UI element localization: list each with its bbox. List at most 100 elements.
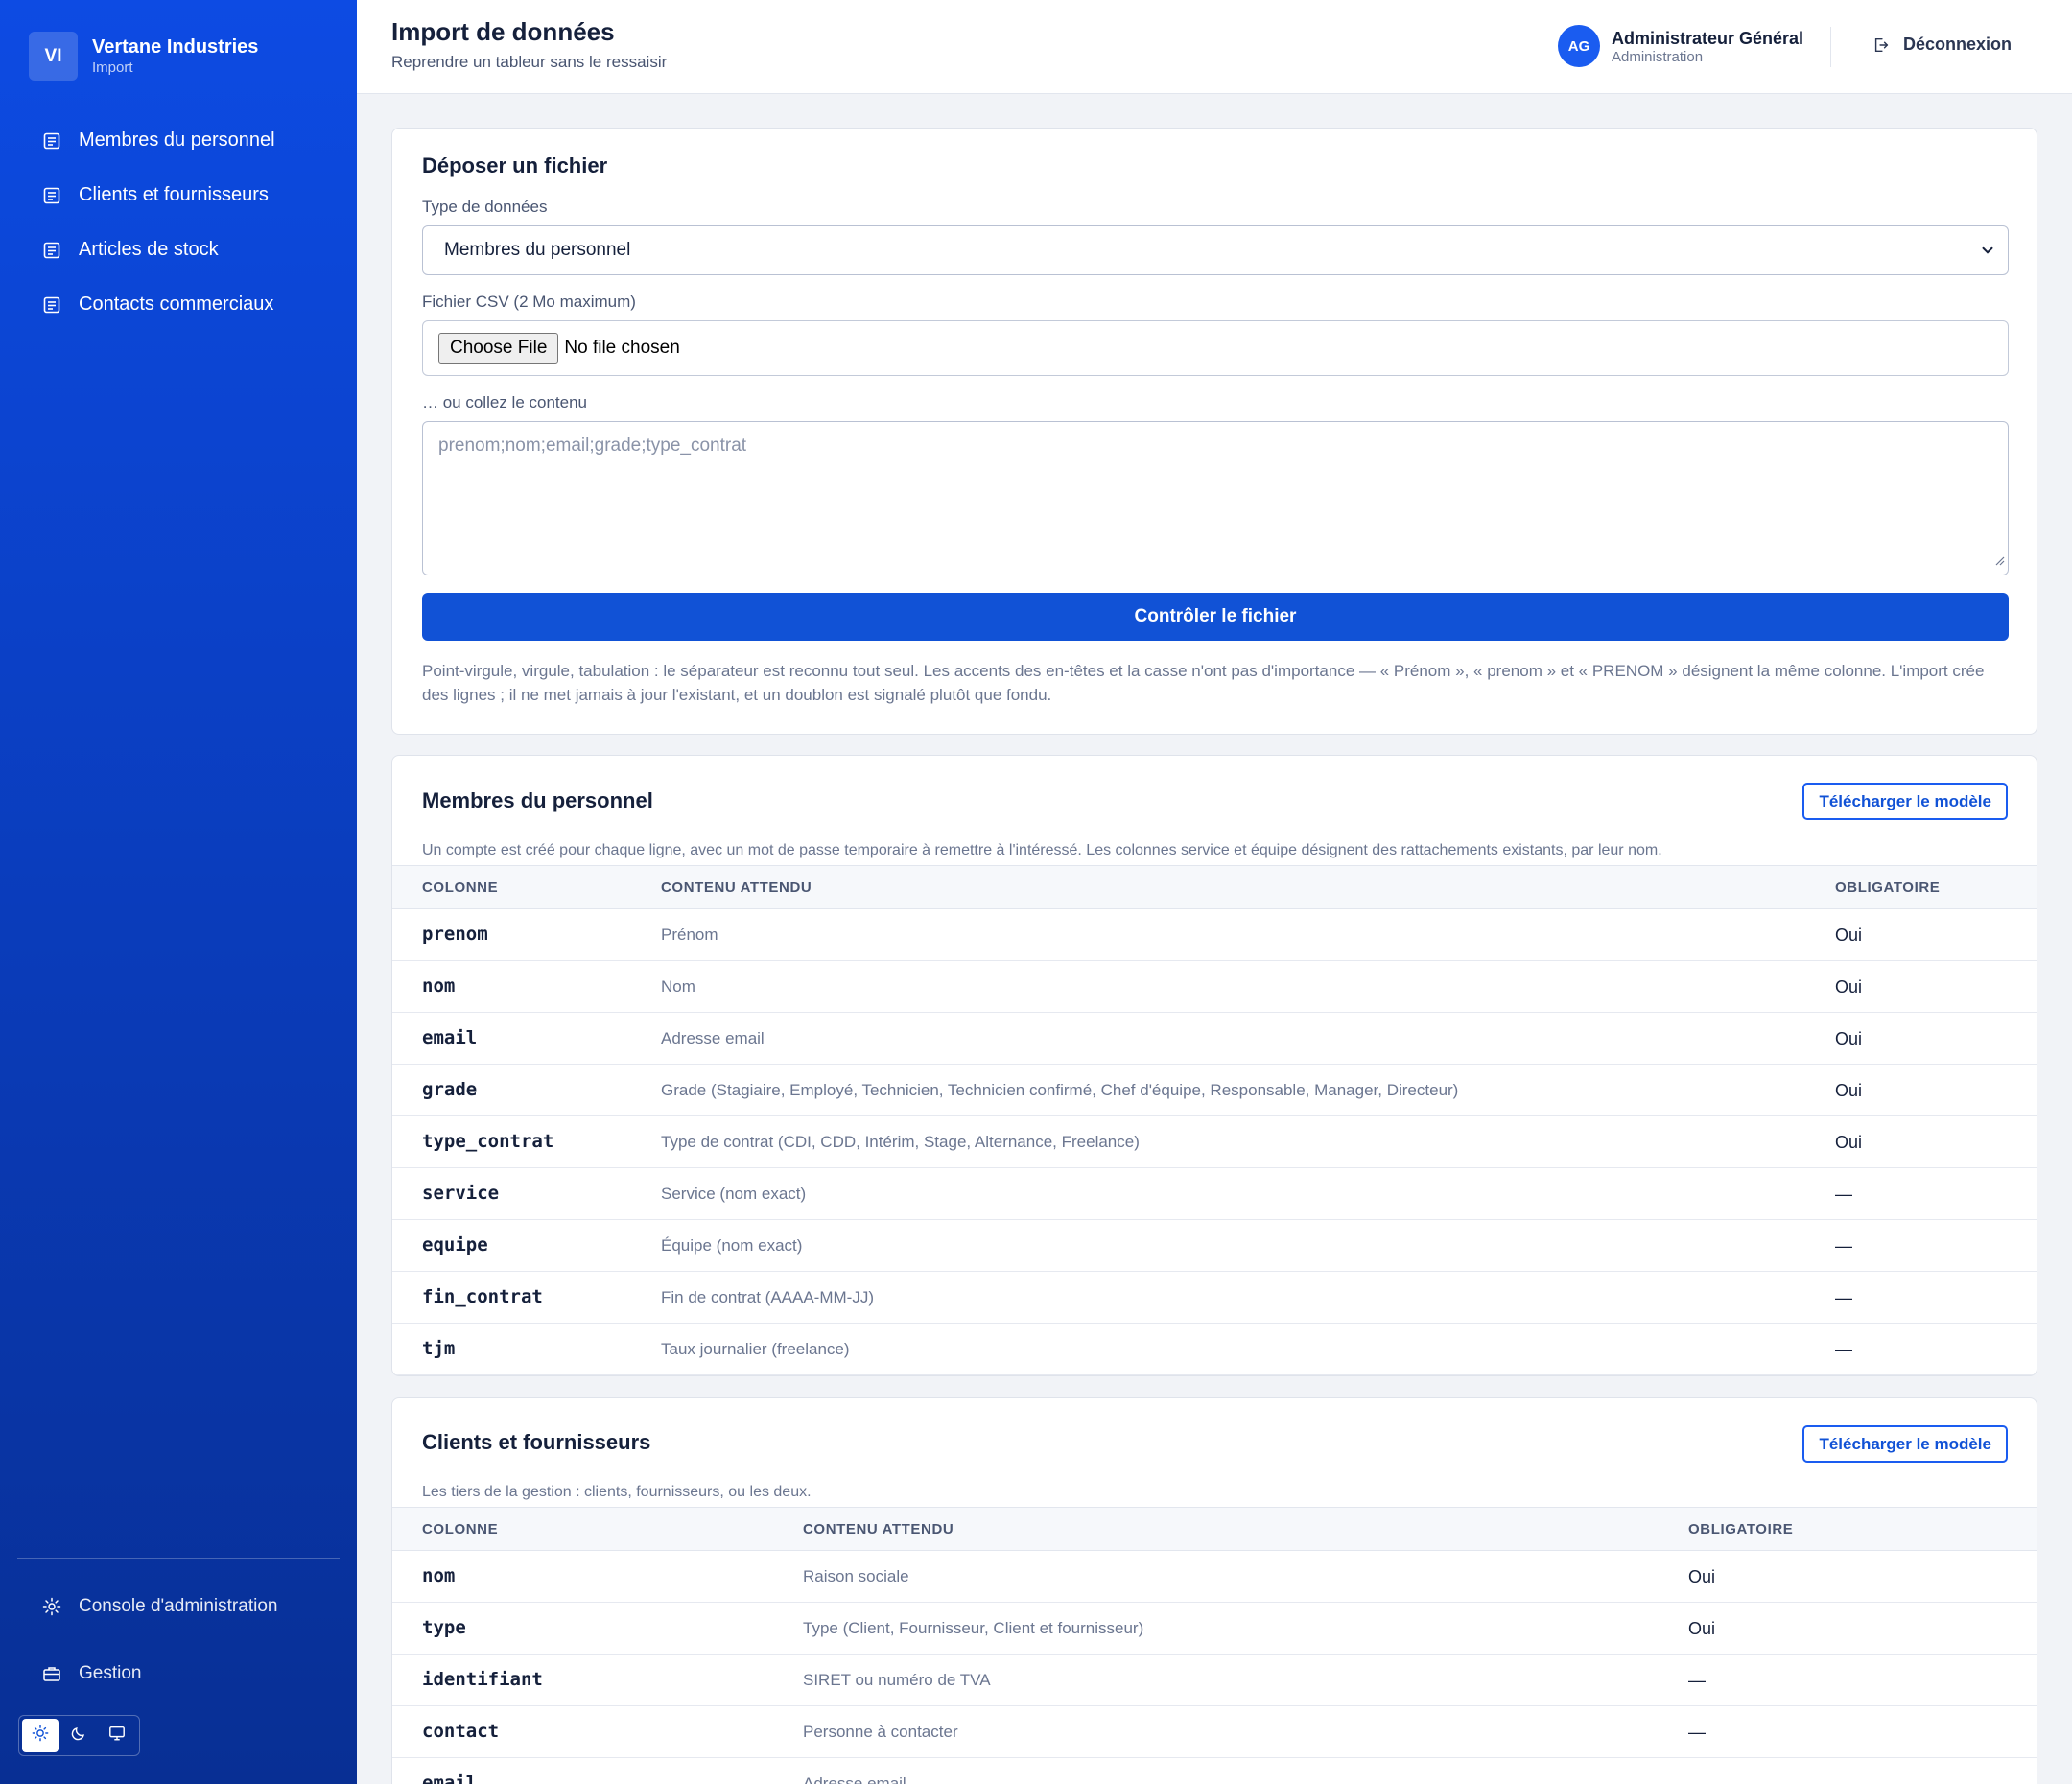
staff-columns-card: Membres du personnel Télécharger le modè… bbox=[391, 755, 2037, 1376]
column-name-cell: type bbox=[422, 1617, 466, 1638]
moon-icon bbox=[70, 1725, 87, 1747]
choose-file-button[interactable]: Choose File bbox=[438, 333, 559, 364]
column-header-contenu: CONTENU ATTENDU bbox=[661, 880, 812, 896]
file-input[interactable]: Choose File No file chosen bbox=[422, 320, 2009, 376]
column-header-obligatoire: OBLIGATOIRE bbox=[1688, 1521, 1794, 1538]
document-icon bbox=[42, 241, 61, 260]
table-row: equipe Équipe (nom exact) — bbox=[392, 1220, 2037, 1272]
column-name-cell: service bbox=[422, 1183, 500, 1204]
logout-label: Déconnexion bbox=[1903, 35, 2013, 54]
column-name-cell: nom bbox=[422, 1565, 456, 1586]
briefcase-icon bbox=[42, 1664, 61, 1683]
column-description-cell: Nom bbox=[661, 977, 695, 996]
table-row: service Service (nom exact) — bbox=[392, 1168, 2037, 1220]
column-description-cell: Taux journalier (freelance) bbox=[661, 1340, 850, 1358]
table-row: contact Personne à contacter — bbox=[392, 1706, 2037, 1758]
header-divider bbox=[1830, 27, 1831, 67]
page-subtitle: Reprendre un tableur sans le ressaisir bbox=[391, 53, 668, 71]
sidebar-item-label: Gestion bbox=[79, 1663, 142, 1683]
column-required-cell: Oui bbox=[1835, 926, 1863, 945]
column-name-cell: type_contrat bbox=[422, 1131, 554, 1152]
column-name-cell: contact bbox=[422, 1721, 500, 1742]
column-name-cell: fin_contrat bbox=[422, 1286, 543, 1307]
column-name-cell: identifiant bbox=[422, 1669, 543, 1690]
sidebar: VI Vertane Industries Import Membres du … bbox=[0, 0, 357, 1784]
column-header-colonne: COLONNE bbox=[422, 1521, 499, 1538]
avatar: AG bbox=[1558, 25, 1600, 67]
column-required-cell: — bbox=[1835, 1185, 1852, 1204]
theme-switch bbox=[18, 1715, 140, 1756]
column-required-cell: — bbox=[1835, 1288, 1852, 1307]
table-row: email Adresse email — bbox=[392, 1758, 2037, 1784]
column-required-cell: Oui bbox=[1835, 1133, 1863, 1152]
theme-light-button[interactable] bbox=[22, 1719, 59, 1752]
check-file-button[interactable]: Contrôler le fichier bbox=[422, 593, 2009, 641]
sun-icon bbox=[32, 1725, 49, 1747]
page-title: Import de données bbox=[391, 17, 615, 46]
column-header-colonne: COLONNE bbox=[422, 880, 499, 896]
column-description-cell: SIRET ou numéro de TVA bbox=[803, 1671, 991, 1689]
column-name-cell: tjm bbox=[422, 1338, 456, 1359]
sidebar-item-console-admin[interactable]: Console d'administration bbox=[42, 1596, 277, 1617]
table-row: fin_contrat Fin de contrat (AAAA-MM-JJ) — bbox=[392, 1272, 2037, 1324]
gear-icon bbox=[42, 1597, 61, 1616]
file-status: No file chosen bbox=[564, 338, 680, 358]
paste-placeholder: prenom;nom;email;grade;type_contrat bbox=[438, 435, 747, 456]
table-row: grade Grade (Stagiaire, Employé, Technici… bbox=[392, 1065, 2037, 1116]
column-description-cell: Type (Client, Fournisseur, Client et fou… bbox=[803, 1619, 1144, 1637]
logout-button[interactable]: Déconnexion bbox=[1872, 35, 2012, 55]
download-template-button[interactable]: Télécharger le modèle bbox=[1802, 783, 2008, 820]
document-icon bbox=[42, 131, 61, 151]
monitor-icon bbox=[108, 1725, 126, 1747]
table-row: email Adresse email Oui bbox=[392, 1013, 2037, 1065]
column-required-cell: Oui bbox=[1835, 1029, 1863, 1048]
column-name-cell: email bbox=[422, 1772, 478, 1784]
sidebar-item-gestion[interactable]: Gestion bbox=[42, 1663, 141, 1684]
sidebar-item-label: Contacts commerciaux bbox=[79, 293, 274, 315]
resize-grip-icon[interactable] bbox=[1993, 551, 2005, 572]
user-menu[interactable]: AG Administrateur Général Administration bbox=[1558, 25, 1803, 67]
theme-dark-button[interactable] bbox=[60, 1719, 97, 1752]
user-role: Administration bbox=[1612, 48, 1704, 65]
sidebar-divider bbox=[17, 1558, 340, 1559]
download-template-button[interactable]: Télécharger le modèle bbox=[1802, 1425, 2008, 1463]
column-required-cell: Oui bbox=[1688, 1567, 1716, 1586]
column-name-cell: equipe bbox=[422, 1234, 488, 1256]
column-description-cell: Grade (Stagiaire, Employé, Technicien, T… bbox=[661, 1081, 1459, 1099]
column-required-cell: Oui bbox=[1835, 1081, 1863, 1100]
partners-columns-table: COLONNE CONTENU ATTENDU OBLIGATOIRE nom R… bbox=[392, 1507, 2037, 1784]
sidebar-item-label: Console d'administration bbox=[79, 1596, 278, 1616]
column-name-cell: nom bbox=[422, 975, 456, 997]
paste-textarea[interactable]: prenom;nom;email;grade;type_contrat bbox=[422, 421, 2009, 575]
table-row: type_contrat Type de contrat (CDI, CDD, I… bbox=[392, 1116, 2037, 1168]
document-icon bbox=[42, 186, 61, 205]
upload-help-text: Point-virgule, virgule, tabulation : le … bbox=[422, 662, 1985, 704]
column-required-cell: Oui bbox=[1835, 977, 1863, 997]
partners-description: Les tiers de la gestion : clients, fourn… bbox=[422, 1484, 812, 1500]
theme-system-button[interactable] bbox=[99, 1719, 135, 1752]
column-description-cell: Adresse email bbox=[803, 1774, 906, 1784]
column-description-cell: Fin de contrat (AAAA-MM-JJ) bbox=[661, 1288, 874, 1306]
table-row: nom Nom Oui bbox=[392, 961, 2037, 1013]
brand-section: Import bbox=[92, 59, 133, 76]
brand[interactable]: VI Vertane Industries Import bbox=[29, 32, 258, 81]
column-description-cell: Adresse email bbox=[661, 1029, 765, 1047]
data-type-select[interactable]: Membres du personnel bbox=[422, 225, 2009, 275]
column-required-cell: — bbox=[1688, 1723, 1706, 1742]
staff-description: Un compte est créé pour chaque ligne, av… bbox=[422, 842, 1662, 858]
sidebar-item-membres-du-personnel[interactable]: Membres du personnel bbox=[0, 113, 357, 168]
column-required-cell: — bbox=[1835, 1236, 1852, 1256]
sidebar-item-contacts-commerciaux[interactable]: Contacts commerciaux bbox=[0, 277, 357, 332]
document-icon bbox=[42, 295, 61, 315]
sidebar-item-articles-de-stock[interactable]: Articles de stock bbox=[0, 223, 357, 277]
sidebar-item-label: Articles de stock bbox=[79, 239, 219, 260]
column-required-cell: Oui bbox=[1688, 1619, 1716, 1638]
column-name-cell: email bbox=[422, 1027, 478, 1048]
table-row: prenom Prénom Oui bbox=[392, 909, 2037, 961]
column-name-cell: grade bbox=[422, 1079, 478, 1100]
sidebar-item-clients-et-fournisseurs[interactable]: Clients et fournisseurs bbox=[0, 168, 357, 223]
sidebar-item-label: Clients et fournisseurs bbox=[79, 184, 269, 205]
paste-label: … ou collez le contenu bbox=[422, 393, 587, 411]
column-required-cell: — bbox=[1688, 1671, 1706, 1690]
data-type-label: Type de données bbox=[422, 198, 548, 216]
